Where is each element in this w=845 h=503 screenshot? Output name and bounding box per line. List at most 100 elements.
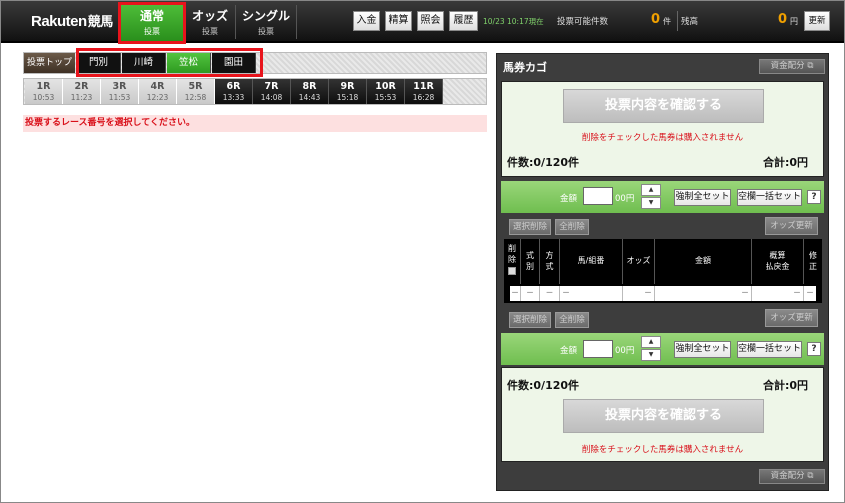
history-button[interactable]: 履歴 bbox=[449, 11, 478, 31]
amount-up-button[interactable]: ▲ bbox=[641, 336, 661, 348]
col-delete-label: 削除 bbox=[508, 244, 516, 264]
race-button-2r: 2R 11:23 bbox=[63, 79, 101, 104]
inquiry-button[interactable]: 照会 bbox=[417, 11, 444, 31]
page: Rakuten競馬 通常 投票 オッズ 投票 シングル 投票 入金 精算 照会 … bbox=[0, 0, 845, 503]
divider bbox=[235, 5, 236, 39]
track-sonoda[interactable]: 園田 bbox=[212, 53, 256, 73]
race-button-3r: 3R 11:53 bbox=[101, 79, 139, 104]
race-button-7r[interactable]: 7R 14:08 bbox=[253, 79, 291, 104]
delete-selected-button[interactable]: 選択削除 bbox=[509, 219, 551, 235]
settle-button[interactable]: 精算 bbox=[385, 11, 412, 31]
col-amount: 金額 bbox=[655, 239, 752, 284]
rakuten-keiba-logo[interactable]: Rakuten競馬 bbox=[31, 11, 113, 30]
race-time: 14:08 bbox=[260, 93, 283, 102]
race-number: 2R bbox=[74, 81, 89, 92]
window-icon: ⧉ bbox=[807, 471, 814, 481]
race-button-9r[interactable]: 9R 15:18 bbox=[329, 79, 367, 104]
delete-all-button[interactable]: 全削除 bbox=[555, 219, 589, 235]
help-icon[interactable]: ? bbox=[807, 342, 821, 356]
col-payout-label-1: 概算 bbox=[769, 251, 786, 261]
odds-refresh-button[interactable]: オッズ更新 bbox=[765, 309, 818, 327]
force-set-all-button[interactable]: 強制全セット bbox=[674, 341, 731, 358]
vote-top-button[interactable]: 投票トップ bbox=[24, 53, 75, 73]
triangle-down-icon: ▼ bbox=[648, 199, 654, 206]
tab-single-vote[interactable]: シングル 投票 bbox=[237, 3, 295, 41]
col-horse: 馬/組番 bbox=[560, 239, 623, 284]
triangle-up-icon: ▲ bbox=[648, 186, 654, 193]
confirm-vote-button[interactable]: 投票内容を確認する bbox=[563, 399, 764, 433]
col-delete: 削除 bbox=[504, 239, 521, 284]
delete-all-button[interactable]: 全削除 bbox=[555, 312, 589, 328]
ticket-count: 件数:0/120件 bbox=[507, 156, 580, 169]
fund-allocation-button[interactable]: 資金配分 ⧉ bbox=[759, 469, 825, 484]
delete-selected-button[interactable]: 選択削除 bbox=[509, 312, 551, 328]
race-button-10r[interactable]: 10R 15:53 bbox=[367, 79, 405, 104]
tab-sub: 投票 bbox=[144, 27, 160, 36]
amount-input[interactable] bbox=[583, 340, 613, 358]
logo-sub: 競馬 bbox=[87, 14, 114, 29]
table-row: － － － － － － － － bbox=[510, 286, 816, 301]
race-button-6r[interactable]: 6R 13:33 bbox=[215, 79, 253, 104]
race-number: 6R bbox=[226, 81, 241, 92]
race-time: 15:18 bbox=[336, 93, 359, 102]
col-edit-label: 修正 bbox=[809, 251, 817, 271]
col-hoshiki-label: 方式 bbox=[545, 251, 554, 271]
triangle-up-icon: ▲ bbox=[648, 338, 654, 345]
help-icon[interactable]: ? bbox=[807, 190, 821, 204]
tab-normal-vote[interactable]: 通常 投票 bbox=[121, 3, 183, 41]
deposit-button[interactable]: 入金 bbox=[353, 11, 380, 31]
amount-down-button[interactable]: ▼ bbox=[641, 197, 661, 209]
track-kasamatsu[interactable]: 笠松 bbox=[167, 53, 211, 73]
track-mombetsu[interactable]: 門別 bbox=[77, 53, 121, 73]
total-amount: 合計:0円 bbox=[763, 379, 809, 392]
amount-label: 金額 bbox=[560, 346, 578, 356]
as-of-time: 10/23 10:17現在 bbox=[483, 17, 544, 26]
race-time: 10:53 bbox=[32, 93, 55, 102]
fund-allocation-label: 資金配分 bbox=[770, 471, 805, 481]
logo-text: Rakuten bbox=[31, 13, 87, 30]
cart-title: 馬券カゴ bbox=[503, 61, 547, 74]
race-button-4r: 4R 12:23 bbox=[139, 79, 177, 104]
force-set-all-button[interactable]: 強制全セット bbox=[674, 189, 731, 206]
race-number: 7R bbox=[264, 81, 279, 92]
race-button-11r[interactable]: 11R 16:28 bbox=[405, 79, 443, 104]
race-time: 11:53 bbox=[108, 93, 131, 102]
instruction-message: 投票するレース番号を選択してください。 bbox=[23, 115, 487, 132]
delete-all-checkbox[interactable] bbox=[508, 267, 516, 276]
blank-set-all-button[interactable]: 空欄一括セット bbox=[737, 189, 802, 206]
amount-down-button[interactable]: ▼ bbox=[641, 349, 661, 361]
cell: － bbox=[806, 288, 814, 297]
amount-input[interactable] bbox=[583, 187, 613, 205]
race-button-8r[interactable]: 8R 14:43 bbox=[291, 79, 329, 104]
votable-label: 投票可能件数 bbox=[557, 17, 609, 27]
race-number: 8R bbox=[302, 81, 317, 92]
track-kawasaki[interactable]: 川崎 bbox=[122, 53, 166, 73]
amount-unit: 00円 bbox=[615, 194, 635, 204]
amount-up-button[interactable]: ▲ bbox=[641, 184, 661, 196]
race-time: 16:28 bbox=[412, 93, 435, 102]
col-odds: オッズ bbox=[623, 239, 655, 284]
col-hoshiki: 方式 bbox=[540, 239, 560, 284]
cell: － bbox=[655, 286, 752, 301]
blank-set-all-button[interactable]: 空欄一括セット bbox=[737, 341, 802, 358]
cell: － bbox=[540, 286, 560, 301]
tab-title: オッズ bbox=[191, 9, 228, 23]
race-number: 1R bbox=[36, 81, 51, 92]
race-button-5r: 5R 12:58 bbox=[177, 79, 215, 104]
col-edit: 修正 bbox=[804, 239, 822, 284]
votable-value: 0 bbox=[651, 12, 661, 27]
refresh-button[interactable]: 更新 bbox=[804, 11, 830, 31]
fund-allocation-button[interactable]: 資金配分 ⧉ bbox=[759, 59, 825, 74]
delete-warning: 削除をチェックした馬券は購入されません bbox=[581, 133, 744, 143]
tab-sub: 投票 bbox=[258, 27, 274, 36]
cell: － bbox=[560, 286, 623, 301]
ticket-count: 件数:0/120件 bbox=[507, 379, 580, 392]
race-number: 10R bbox=[375, 81, 396, 92]
tab-odds-vote[interactable]: オッズ 投票 bbox=[185, 3, 235, 41]
amount-unit: 00円 bbox=[615, 346, 635, 356]
confirm-vote-button[interactable]: 投票内容を確認する bbox=[563, 89, 764, 123]
window-icon: ⧉ bbox=[807, 61, 814, 71]
triangle-down-icon: ▼ bbox=[648, 351, 654, 358]
odds-refresh-button[interactable]: オッズ更新 bbox=[765, 217, 818, 235]
balance-label: 残高 bbox=[681, 17, 699, 27]
